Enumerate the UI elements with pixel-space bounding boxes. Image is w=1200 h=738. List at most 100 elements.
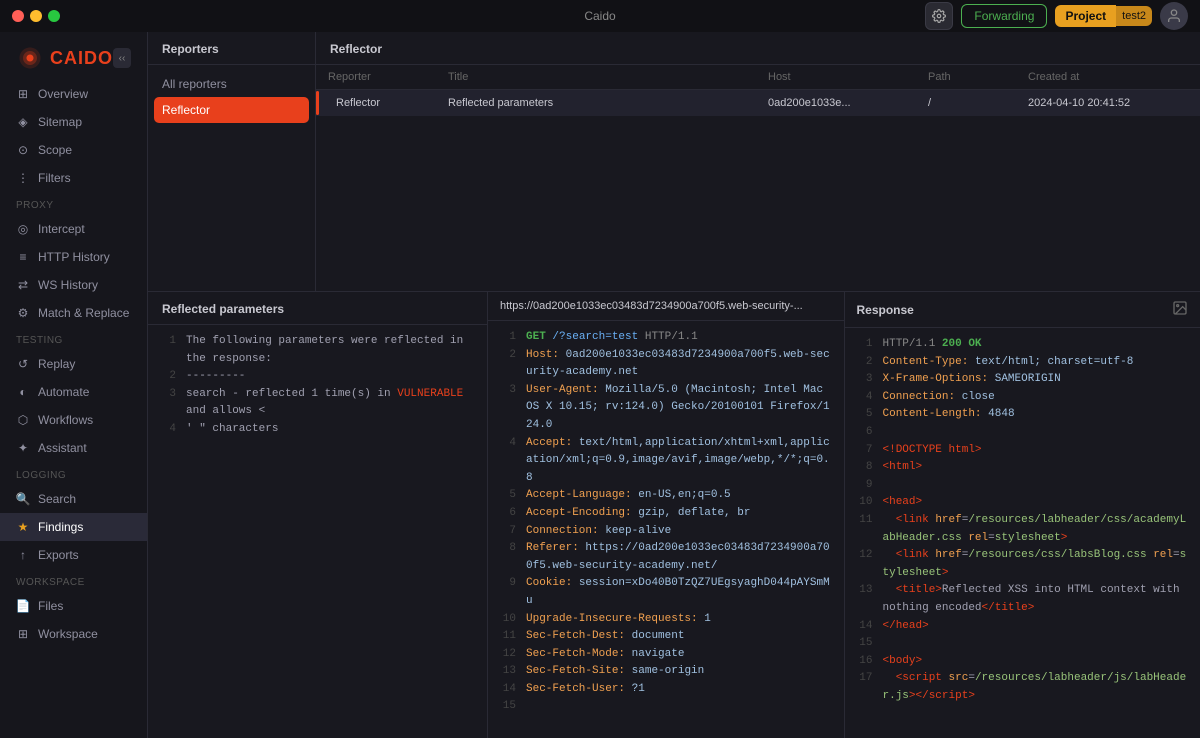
collapse-sidebar-button[interactable]: ‹‹ — [113, 48, 131, 68]
sidebar: CAIDO ‹‹ ⊞ Overview ◈ Sitemap ⊙ Scope ⋮ … — [0, 32, 148, 738]
workspace-icon: ⊞ — [16, 627, 30, 641]
filters-icon: ⋮ — [16, 171, 30, 185]
code-line: 8<html> — [857, 459, 1189, 477]
sidebar-item-match-replace[interactable]: ⚙ Match & Replace — [0, 299, 147, 327]
col-host: Host — [768, 71, 928, 83]
project-button[interactable]: Project — [1055, 5, 1116, 27]
exports-icon: ↑ — [16, 548, 30, 562]
col-created: Created at — [1028, 71, 1188, 83]
code-line: 12Sec-Fetch-Mode: navigate — [500, 646, 832, 664]
caido-logo-icon — [16, 44, 44, 72]
col-path: Path — [928, 71, 1028, 83]
code-line: 2 --------- — [160, 368, 475, 386]
sidebar-item-sitemap[interactable]: ◈ Sitemap — [0, 108, 147, 136]
code-line: 2Content-Type: text/html; charset=utf-8 — [857, 354, 1189, 372]
code-line: 6 — [857, 424, 1189, 442]
close-window-button[interactable] — [12, 10, 24, 22]
files-icon: 📄 — [16, 599, 30, 613]
row-created: 2024-04-10 20:41:52 — [1028, 97, 1188, 109]
project-name-dropdown[interactable]: test2 — [1116, 6, 1152, 26]
sidebar-item-filters[interactable]: ⋮ Filters — [0, 164, 147, 192]
sidebar-item-label: Search — [38, 492, 76, 506]
sidebar-item-search[interactable]: 🔍 Search — [0, 485, 147, 513]
code-line: 10Upgrade-Insecure-Requests: 1 — [500, 611, 832, 629]
code-line: 17 <script src=/resources/labheader/js/l… — [857, 670, 1189, 705]
code-line: 9Cookie: session=xDo40B0TzQZ7UEgsyaghD04… — [500, 575, 832, 610]
code-line: 7<!DOCTYPE html> — [857, 442, 1189, 460]
reporters-header: Reporters — [148, 32, 315, 65]
row-selected-indicator — [316, 91, 319, 115]
automate-icon: ◐ — [16, 385, 30, 399]
code-line: 4Connection: close — [857, 389, 1189, 407]
reflected-params-panel: Reflected parameters 1 The following par… — [148, 292, 488, 738]
code-line: 3 search - reflected 1 time(s) in VULNER… — [160, 386, 475, 421]
code-line: 13 <title>Reflected XSS into HTML contex… — [857, 582, 1189, 617]
row-reporter: Reflector — [328, 97, 448, 109]
code-line: 1HTTP/1.1 200 OK — [857, 336, 1189, 354]
row-host: 0ad200e1033e... — [768, 97, 928, 109]
table-header: Reporter Title Host Path Created at — [316, 65, 1200, 90]
code-line: 2Host: 0ad200e1033ec03483d7234900a700f5.… — [500, 347, 832, 382]
table-row[interactable]: Reflector Reflected parameters 0ad200e10… — [316, 90, 1200, 116]
proxy-section-label: Proxy — [0, 192, 147, 215]
overview-icon: ⊞ — [16, 87, 30, 101]
response-header: Response — [845, 292, 1200, 328]
reflector-reporter-item[interactable]: Reflector — [154, 97, 309, 123]
all-reporters-item[interactable]: All reporters — [154, 71, 309, 97]
code-line: 14Sec-Fetch-User: ?1 — [500, 681, 832, 699]
titlebar: Caido Forwarding Project test2 — [0, 0, 1200, 32]
code-line: 4Accept: text/html,application/xhtml+xml… — [500, 435, 832, 488]
reflector-header: Reflector — [316, 32, 1200, 65]
reporters-panel: Reporters All reporters Reflector — [148, 32, 316, 291]
response-content: 1HTTP/1.1 200 OK2Content-Type: text/html… — [845, 328, 1200, 738]
code-line: 11 <link href=/resources/labheader/css/a… — [857, 512, 1189, 547]
code-line: 1 The following parameters were reflecte… — [160, 333, 475, 368]
reflected-params-content: 1 The following parameters were reflecte… — [148, 325, 487, 738]
replay-icon: ↺ — [16, 357, 30, 371]
sidebar-item-files[interactable]: 📄 Files — [0, 592, 147, 620]
code-line: 11Sec-Fetch-Dest: document — [500, 628, 832, 646]
user-avatar[interactable] — [1160, 2, 1188, 30]
code-line: 3X-Frame-Options: SAMEORIGIN — [857, 371, 1189, 389]
sidebar-item-label: Sitemap — [38, 115, 82, 129]
top-pane: Reporters All reporters Reflector Reflec… — [148, 32, 1200, 292]
sidebar-item-label: Findings — [38, 520, 83, 534]
bottom-pane: Reflected parameters 1 The following par… — [148, 292, 1200, 738]
minimize-window-button[interactable] — [30, 10, 42, 22]
sidebar-item-ws-history[interactable]: ⇄ WS History — [0, 271, 147, 299]
logo-text: CAIDO — [50, 48, 113, 69]
window-controls — [12, 10, 60, 22]
window-title: Caido — [584, 9, 615, 23]
sidebar-item-automate[interactable]: ◐ Automate — [0, 378, 147, 406]
sidebar-item-workflows[interactable]: ⬡ Workflows — [0, 406, 147, 434]
user-icon — [1166, 8, 1182, 24]
sidebar-item-intercept[interactable]: ◎ Intercept — [0, 215, 147, 243]
sidebar-item-http-history[interactable]: ≡ HTTP History — [0, 243, 147, 271]
response-title: Response — [857, 303, 914, 317]
workspace-section-label: Workspace — [0, 569, 147, 592]
sidebar-item-findings[interactable]: ★ Findings — [0, 513, 147, 541]
sidebar-item-replay[interactable]: ↺ Replay — [0, 350, 147, 378]
sidebar-item-label: Filters — [38, 171, 71, 185]
sidebar-item-assistant[interactable]: ✦ Assistant — [0, 434, 147, 462]
request-panel: https://0ad200e1033ec03483d7234900a700f5… — [488, 292, 845, 738]
forwarding-button[interactable]: Forwarding — [961, 4, 1047, 28]
sidebar-item-overview[interactable]: ⊞ Overview — [0, 80, 147, 108]
sidebar-item-workspace[interactable]: ⊞ Workspace — [0, 620, 147, 648]
request-url: https://0ad200e1033ec03483d7234900a700f5… — [500, 300, 803, 312]
http-history-icon: ≡ — [16, 250, 30, 264]
testing-section-label: Testing — [0, 327, 147, 350]
code-line: 15 — [857, 635, 1189, 653]
sidebar-item-exports[interactable]: ↑ Exports — [0, 541, 147, 569]
sidebar-item-scope[interactable]: ⊙ Scope — [0, 136, 147, 164]
maximize-window-button[interactable] — [48, 10, 60, 22]
col-title: Title — [448, 71, 768, 83]
sidebar-item-label: Assistant — [38, 441, 87, 455]
scope-icon: ⊙ — [16, 143, 30, 157]
project-group: Project test2 — [1055, 5, 1152, 27]
settings-button[interactable] — [925, 2, 953, 30]
code-line: 10<head> — [857, 494, 1189, 512]
sidebar-item-label: Scope — [38, 143, 72, 157]
code-line: 5Content-Length: 4848 — [857, 406, 1189, 424]
code-line: 8Referer: https://0ad200e1033ec03483d723… — [500, 540, 832, 575]
